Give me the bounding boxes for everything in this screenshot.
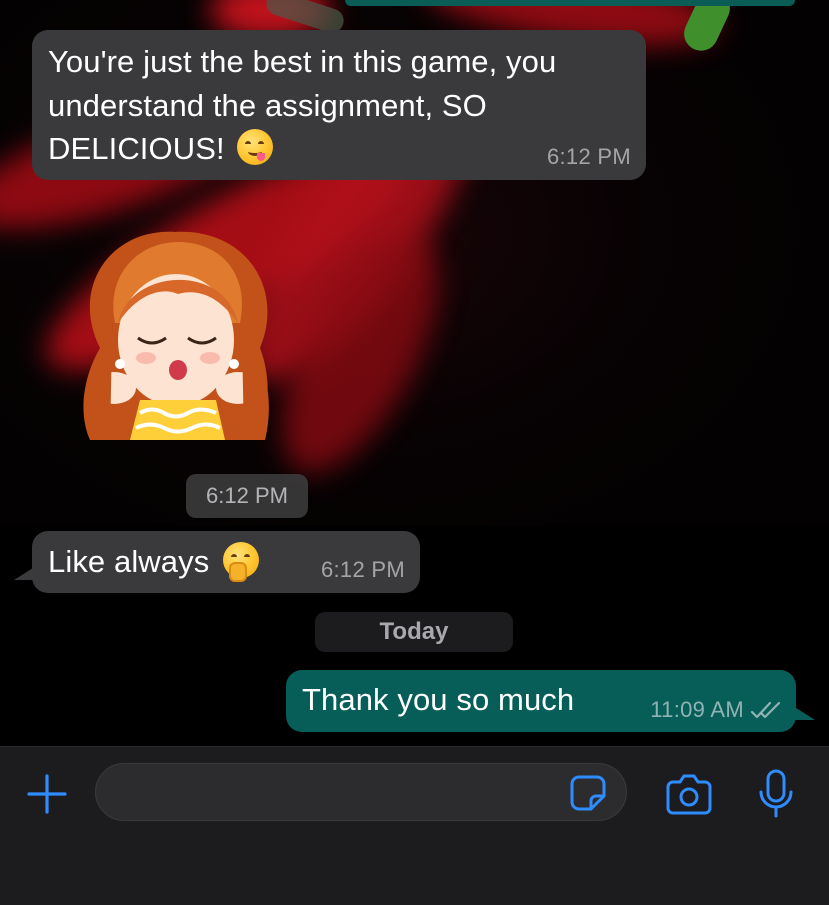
face-with-hand-over-mouth-emoji xyxy=(223,542,260,582)
plus-icon[interactable] xyxy=(24,771,70,817)
read-double-check-icon xyxy=(750,701,781,719)
incoming-message-bubble[interactable]: Like always 6:12 PM xyxy=(32,531,420,593)
message-timestamp: 6:12 PM xyxy=(320,557,405,582)
camera-icon[interactable] xyxy=(664,769,714,819)
bubble-tail xyxy=(793,706,815,720)
incoming-message-bubble[interactable]: You're just the best in this game, you u… xyxy=(32,30,646,180)
chat-screen: You're just the best in this game, you u… xyxy=(0,0,829,905)
message-input[interactable] xyxy=(95,763,627,821)
message-input-bar xyxy=(0,746,829,905)
date-separator: Today xyxy=(315,612,513,652)
cartoon-girl-sticker[interactable] xyxy=(60,228,292,440)
outgoing-message-bubble[interactable]: Thank you so much 11:09 AM xyxy=(286,670,796,732)
message-timestamp: 6:12 PM xyxy=(546,144,631,169)
sticker-icon[interactable] xyxy=(568,773,608,813)
sticker-timestamp: 6:12 PM xyxy=(186,474,308,518)
message-text: You're just the best in this game, you u… xyxy=(48,44,557,166)
microphone-icon[interactable] xyxy=(754,767,798,821)
message-timestamp: 11:09 AM xyxy=(650,697,782,723)
face-savoring-food-emoji xyxy=(236,129,273,165)
